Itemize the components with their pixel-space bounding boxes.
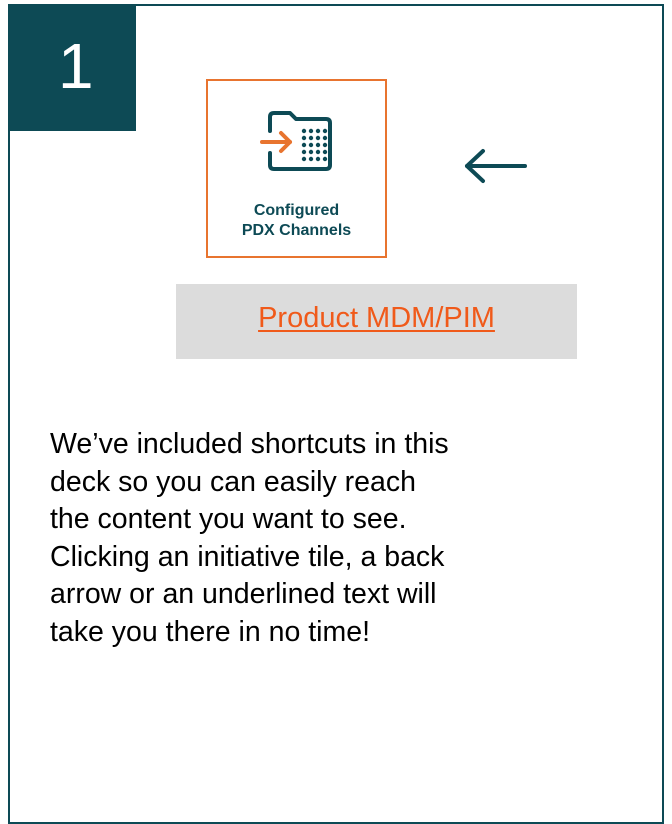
link-container: Product MDM/PIM [176, 284, 577, 359]
product-mdm-pim-link[interactable]: Product MDM/PIM [176, 302, 577, 335]
description-line: the content you want to see. [50, 503, 407, 535]
step-number: 1 [58, 30, 94, 102]
step-number-badge: 1 [8, 4, 136, 131]
tile-label: Configured PDX Channels [208, 201, 385, 241]
initiative-tile-configured-pdx-channels[interactable]: Configured PDX Channels [206, 79, 387, 258]
tile-label-line-1: Configured [253, 202, 340, 219]
folder-import-icon [260, 111, 332, 171]
description-line: We’ve included shortcuts in this [50, 428, 449, 460]
left-arrow-icon[interactable] [463, 148, 529, 184]
description-line: Clicking an initiative tile, a back [50, 540, 445, 573]
description-line: take you there in no time! [50, 615, 371, 648]
description-line: arrow or an underlined text will [50, 578, 437, 610]
tile-label-line-2: PDX Channels [241, 222, 352, 239]
description-text: We’ve included shortcuts in this deck so… [50, 426, 650, 651]
description-line: deck so you can easily reach [50, 465, 416, 498]
